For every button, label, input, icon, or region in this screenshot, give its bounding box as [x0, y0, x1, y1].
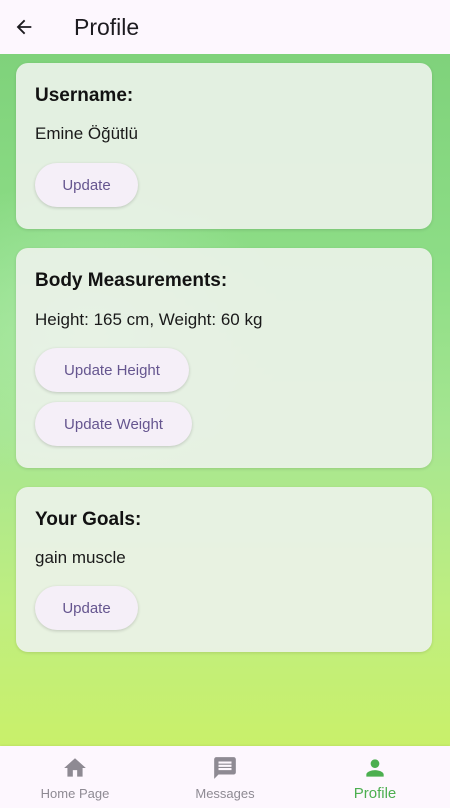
person-icon: [366, 759, 384, 777]
username-title: Username:: [35, 85, 134, 106]
back-button[interactable]: [0, 3, 48, 51]
nav-item-home[interactable]: Home Page: [0, 746, 150, 808]
page-title: Profile: [74, 13, 140, 40]
profile-content: Username: Emine Öğütlü Update Body Measu…: [0, 54, 450, 746]
username-value: Emine Öğütlü: [35, 124, 138, 143]
goals-value: gain muscle: [35, 548, 126, 567]
app-bar: Profile: [0, 0, 450, 54]
update-height-button[interactable]: Update Height: [35, 348, 189, 392]
nav-label-home: Home Page: [40, 786, 110, 801]
username-card: Username: Emine Öğütlü Update: [16, 63, 432, 229]
nav-item-messages[interactable]: Messages: [150, 746, 300, 808]
update-username-button[interactable]: Update: [35, 163, 138, 207]
body-measurements-card: Body Measurements: Height: 165 cm, Weigh…: [16, 248, 432, 468]
home-icon: [64, 758, 86, 777]
bottom-navigation: Home Page Messages Profile: [0, 746, 450, 808]
body-measurements-value: Height: 165 cm, Weight: 60 kg: [35, 310, 263, 329]
body-measurements-title: Body Measurements:: [35, 270, 228, 291]
goals-card: Your Goals: gain muscle Update: [16, 487, 432, 652]
message-icon: [214, 757, 236, 779]
arrow-back-icon: [16, 19, 32, 35]
update-weight-button[interactable]: Update Weight: [35, 402, 192, 446]
nav-label-profile: Profile: [353, 785, 397, 802]
goals-title: Your Goals:: [35, 509, 142, 530]
nav-item-profile[interactable]: Profile: [300, 746, 450, 808]
update-goals-button[interactable]: Update: [35, 586, 138, 630]
nav-label-messages: Messages: [195, 786, 255, 801]
